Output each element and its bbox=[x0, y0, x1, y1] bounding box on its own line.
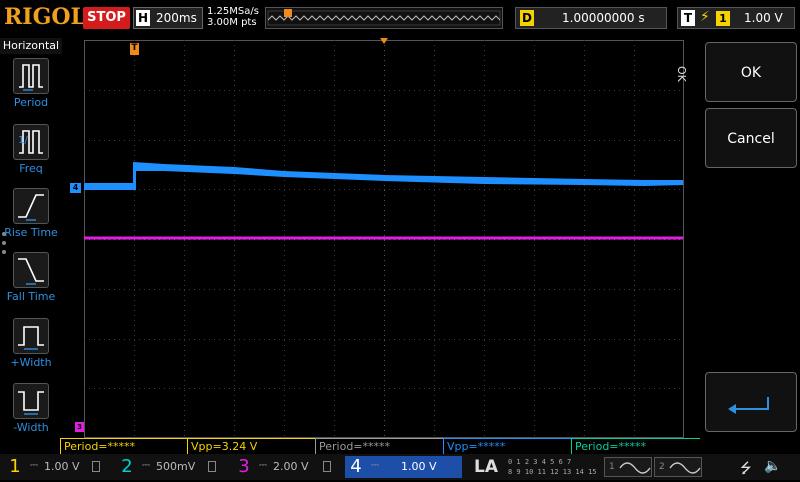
menu-item-label: Rise Time bbox=[4, 226, 58, 239]
coupling-icon: ⎓ bbox=[142, 460, 150, 471]
channel-scale: 500mV bbox=[156, 460, 196, 473]
rising-edge-icon: ⚡ bbox=[700, 9, 710, 25]
sine-wave-icon bbox=[619, 462, 651, 474]
status-bar: RIGOL STOP H 200ms 1.25MSa/s 3.00M pts D… bbox=[0, 0, 800, 36]
menu-item-minus-width[interactable]: -Width bbox=[0, 381, 62, 445]
bandwidth-icon bbox=[323, 461, 331, 472]
channel-3-box[interactable]: 3 ⎓ 2.00 V bbox=[233, 456, 343, 478]
ok-side-label: OK bbox=[675, 66, 688, 82]
ok-button[interactable]: OK bbox=[705, 42, 797, 102]
oscilloscope-screen: RIGOL STOP H 200ms 1.25MSa/s 3.00M pts D… bbox=[0, 0, 800, 480]
coupling-icon: ⎓ bbox=[259, 460, 267, 471]
menu-title: Horizontal bbox=[0, 38, 62, 54]
svg-text:1/: 1/ bbox=[18, 135, 28, 146]
channel-scale: 2.00 V bbox=[273, 460, 309, 473]
menu-item-label: Fall Time bbox=[6, 290, 56, 303]
sample-rate: 1.25MSa/s bbox=[207, 6, 259, 17]
measurement-item[interactable]: Period=***** bbox=[315, 438, 443, 454]
menu-item-rise-time[interactable]: Rise Time bbox=[0, 186, 62, 250]
menu-item-label: -Width bbox=[13, 421, 49, 434]
usb-icon: ⭍ bbox=[740, 461, 752, 477]
frequency-icon: 1/ bbox=[13, 124, 49, 160]
channel-number: 2 bbox=[121, 456, 133, 477]
bandwidth-icon bbox=[92, 461, 100, 472]
channel-2-box[interactable]: 2 ⎓ 500mV bbox=[116, 456, 228, 478]
measurement-item[interactable]: Vpp=***** bbox=[443, 438, 571, 454]
enter-button[interactable] bbox=[705, 372, 797, 432]
generator-1-button[interactable]: 1 bbox=[604, 457, 652, 477]
delay-key: D bbox=[520, 10, 534, 26]
channel-number: 4 bbox=[350, 456, 362, 477]
period-icon bbox=[13, 58, 49, 94]
preview-waveform bbox=[267, 9, 501, 26]
timebase-key: H bbox=[136, 10, 150, 26]
menu-item-label: Period bbox=[13, 96, 49, 109]
menu-item-label: Freq bbox=[19, 162, 43, 175]
channel-4-box[interactable]: 4 ⎓ 1.00 V bbox=[345, 456, 462, 478]
cancel-button[interactable]: Cancel bbox=[705, 108, 797, 168]
coupling-icon: ⎓ bbox=[371, 460, 379, 471]
measurement-item[interactable]: Period=***** bbox=[60, 438, 187, 454]
center-time-marker bbox=[380, 38, 388, 44]
memory-waveform-preview[interactable] bbox=[265, 7, 503, 29]
channel-bar: 1 ⎓ 1.00 V 2 ⎓ 500mV 3 ⎓ 2.00 V 4 ⎓ 1.00… bbox=[0, 454, 800, 480]
delay-value: 1.00000000 s bbox=[562, 11, 645, 25]
speaker-icon[interactable]: 🔈 bbox=[764, 458, 781, 474]
negative-width-icon bbox=[13, 383, 49, 419]
fall-time-icon bbox=[13, 252, 49, 288]
trigger-level: 1.00 V bbox=[744, 11, 783, 25]
logic-analyzer-button[interactable]: LA bbox=[466, 456, 506, 478]
channel-scale: 1.00 V bbox=[401, 460, 437, 473]
menu-item-period[interactable]: Period bbox=[0, 56, 62, 120]
generator-2-button[interactable]: 2 bbox=[654, 457, 702, 477]
la-channel-bits: 0 1 2 3 4 5 6 7 8 9 10 11 12 13 14 15 bbox=[508, 458, 597, 476]
measurement-bar: Period=***** Vpp=3.24 V Period=***** Vpp… bbox=[60, 438, 700, 454]
timebase-box[interactable]: H 200ms bbox=[133, 7, 203, 29]
menu-item-plus-width[interactable]: +Width bbox=[0, 316, 62, 380]
timebase-value: 200ms bbox=[156, 11, 197, 25]
measurement-item[interactable]: Vpp=3.24 V bbox=[187, 438, 315, 454]
enter-icon bbox=[728, 397, 769, 414]
bandwidth-icon bbox=[208, 461, 216, 472]
trigger-position-marker[interactable]: T bbox=[130, 43, 139, 55]
memory-depth: 3.00M pts bbox=[207, 17, 257, 28]
measurement-item[interactable]: Period=***** bbox=[571, 438, 700, 454]
acquisition-info: 1.25MSa/s 3.00M pts bbox=[207, 6, 259, 28]
preview-trigger-marker bbox=[284, 9, 292, 17]
softkey-panel: OK OK Cancel bbox=[675, 36, 800, 434]
graticule bbox=[84, 40, 684, 438]
menu-item-freq[interactable]: 1/ Freq bbox=[0, 122, 62, 186]
trigger-box[interactable]: T ⚡ 1 1.00 V bbox=[677, 7, 795, 29]
ch3-reference-marker[interactable]: 3 bbox=[75, 422, 84, 432]
rise-time-icon bbox=[13, 188, 49, 224]
delay-box[interactable]: D 1.00000000 s bbox=[515, 7, 667, 29]
rigol-logo: RIGOL bbox=[4, 4, 86, 30]
waveform-display[interactable] bbox=[84, 40, 684, 438]
channel-number: 1 bbox=[9, 456, 21, 477]
channel-number: 3 bbox=[238, 456, 250, 477]
run-stop-status[interactable]: STOP bbox=[83, 7, 130, 29]
trigger-key: T bbox=[681, 10, 695, 26]
positive-width-icon bbox=[13, 318, 49, 354]
channel-scale: 1.00 V bbox=[44, 460, 80, 473]
sine-wave-icon bbox=[669, 462, 701, 474]
menu-item-label: +Width bbox=[10, 356, 52, 369]
channel-1-box[interactable]: 1 ⎓ 1.00 V bbox=[4, 456, 110, 478]
horizontal-menu: Horizontal Period 1/ Freq Rise Time Fall… bbox=[0, 36, 62, 454]
coupling-icon: ⎓ bbox=[30, 460, 38, 471]
menu-item-fall-time[interactable]: Fall Time bbox=[0, 250, 62, 314]
trigger-source: 1 bbox=[716, 11, 730, 26]
ch4-reference-marker[interactable]: 4 bbox=[70, 183, 81, 193]
